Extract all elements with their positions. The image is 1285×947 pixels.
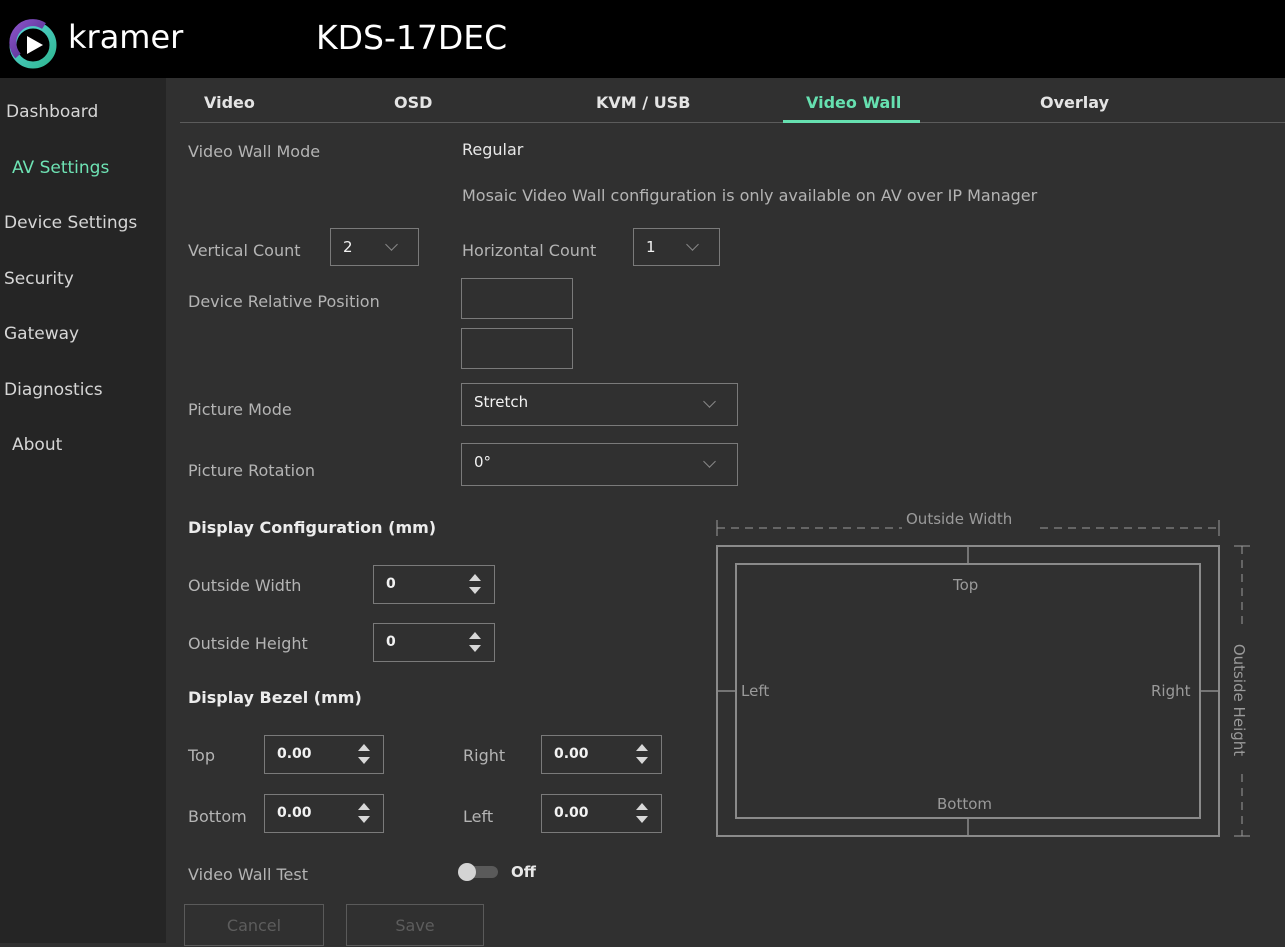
decrement-icon[interactable] [636, 816, 648, 823]
increment-icon[interactable] [358, 744, 370, 751]
bezel-right-stepper[interactable]: 0.00 [541, 735, 662, 774]
video-wall-mode-value: Regular [462, 140, 524, 159]
tab-kvm-usb[interactable]: KVM / USB [596, 93, 690, 112]
toggle-knob [458, 863, 476, 881]
diagram-outside-height-label: Outside Height [1230, 643, 1248, 757]
brand-name: kramer [68, 18, 184, 56]
sidebar-item-device-settings[interactable]: Device Settings [4, 213, 137, 233]
sidebar-item-gateway[interactable]: Gateway [4, 324, 79, 344]
outside-height-label: Outside Height [188, 634, 308, 653]
bezel-right-value: 0.00 [554, 746, 589, 762]
tab-osd[interactable]: OSD [394, 93, 432, 112]
picture-rotation-select[interactable]: 0° [461, 443, 738, 486]
cancel-button[interactable]: Cancel [184, 904, 324, 946]
increment-icon[interactable] [469, 574, 481, 581]
diagram-bottom-label: Bottom [937, 795, 993, 813]
sidebar-item-dashboard[interactable]: Dashboard [6, 102, 98, 122]
video-wall-test-state: Off [511, 863, 536, 881]
save-button[interactable]: Save [346, 904, 484, 946]
decrement-icon[interactable] [358, 757, 370, 764]
chevron-down-icon [686, 238, 699, 251]
outside-height-value: 0 [386, 634, 396, 650]
increment-icon[interactable] [636, 744, 648, 751]
display-config-title: Display Configuration (mm) [188, 518, 437, 537]
picture-rotation-value: 0° [474, 453, 492, 471]
bezel-top-label: Top [188, 746, 215, 765]
vertical-count-value: 2 [343, 238, 353, 256]
chevron-down-icon [703, 455, 716, 468]
diagram-left-label: Left [741, 682, 770, 700]
decrement-icon[interactable] [636, 757, 648, 764]
relative-position-col-input[interactable] [461, 328, 573, 369]
kramer-logo-icon [9, 19, 57, 69]
chevron-down-icon [385, 238, 398, 251]
picture-mode-value: Stretch [474, 393, 529, 411]
tab-video[interactable]: Video [204, 93, 255, 112]
diagram-right-label: Right [1151, 682, 1191, 700]
decrement-icon[interactable] [469, 587, 481, 594]
picture-mode-label: Picture Mode [188, 400, 292, 419]
sidebar-item-about[interactable]: About [12, 435, 62, 455]
top-header: kramer KDS-17DEC [0, 0, 1285, 78]
bezel-left-value: 0.00 [554, 805, 589, 821]
video-wall-mode-label: Video Wall Mode [188, 142, 321, 161]
diagram-top-label: Top [953, 576, 979, 594]
relative-position-row-input[interactable] [461, 278, 573, 319]
chevron-down-icon [703, 395, 716, 408]
outside-width-stepper[interactable]: 0 [373, 565, 495, 604]
display-bezel-title: Display Bezel (mm) [188, 688, 362, 707]
bezel-top-value: 0.00 [277, 746, 312, 762]
increment-icon[interactable] [636, 803, 648, 810]
video-wall-test-label: Video Wall Test [188, 865, 308, 884]
bezel-left-stepper[interactable]: 0.00 [541, 794, 662, 833]
device-model: KDS-17DEC [316, 18, 508, 57]
sidebar-item-av-settings[interactable]: AV Settings [12, 158, 109, 178]
outside-width-value: 0 [386, 576, 396, 592]
bezel-bottom-label: Bottom [188, 807, 247, 826]
increment-icon[interactable] [469, 632, 481, 639]
tab-divider [180, 122, 1285, 123]
outside-height-stepper[interactable]: 0 [373, 623, 495, 662]
sidebar: Dashboard AV Settings Device Settings Se… [0, 78, 166, 943]
sidebar-item-diagnostics[interactable]: Diagnostics [4, 380, 103, 400]
bezel-left-label: Left [463, 807, 494, 826]
bezel-top-stepper[interactable]: 0.00 [264, 735, 384, 774]
picture-rotation-label: Picture Rotation [188, 461, 316, 480]
vertical-count-select[interactable]: 2 [330, 228, 419, 266]
diagram-outside-width-label: Outside Width [906, 510, 1013, 528]
horizontal-count-value: 1 [646, 238, 656, 256]
increment-icon[interactable] [358, 803, 370, 810]
horizontal-count-select[interactable]: 1 [633, 228, 720, 266]
bezel-diagram: Outside Width Outside Height Top Bottom … [704, 506, 1250, 846]
horizontal-count-label: Horizontal Count [462, 241, 597, 260]
bezel-bottom-stepper[interactable]: 0.00 [264, 794, 384, 833]
sidebar-item-security[interactable]: Security [4, 269, 74, 289]
vertical-count-label: Vertical Count [188, 241, 301, 260]
tab-video-wall[interactable]: Video Wall [806, 93, 901, 112]
main-content: Video OSD KVM / USB Video Wall Overlay V… [166, 78, 1285, 946]
outside-width-label: Outside Width [188, 576, 302, 595]
picture-mode-select[interactable]: Stretch [461, 383, 738, 426]
decrement-icon[interactable] [469, 645, 481, 652]
active-tab-indicator [783, 120, 920, 123]
video-wall-test-toggle[interactable] [458, 863, 500, 881]
mosaic-note: Mosaic Video Wall configuration is only … [462, 186, 1038, 205]
bezel-right-label: Right [463, 746, 506, 765]
tab-overlay[interactable]: Overlay [1040, 93, 1109, 112]
relative-position-label: Device Relative Position [188, 292, 380, 311]
decrement-icon[interactable] [358, 816, 370, 823]
bezel-bottom-value: 0.00 [277, 805, 312, 821]
